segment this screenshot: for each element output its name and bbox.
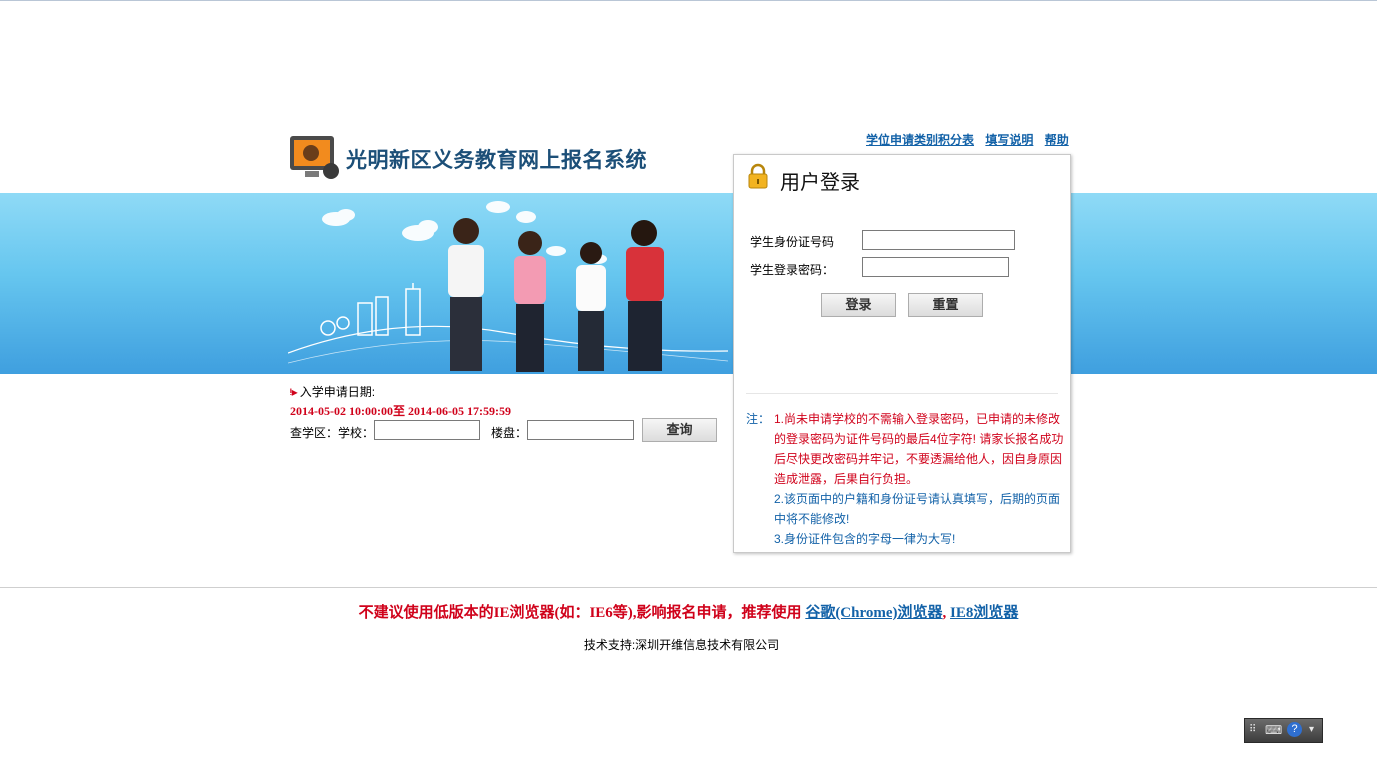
login-divider [746,393,1058,394]
id-number-input[interactable] [862,230,1015,250]
bullet-icon: ᵎ▸ [290,385,298,399]
login-notes: 注： 1.尚未申请学校的不需输入登录密码，已申请的未修改的登录密码为证件号码的最… [746,409,1064,549]
password-input[interactable] [862,257,1009,277]
notes-prefix: 注： [746,412,771,426]
building-input[interactable] [527,420,634,440]
password-label: 学生登录密码： [750,263,835,277]
id-label: 学生身份证号码 [750,235,835,249]
chrome-link[interactable]: 谷歌(Chrome)浏览器 [805,605,942,621]
login-panel: 用户登录 学生身份证号码 学生登录密码： 登录 重置 注： 1.尚未申请学校的不… [733,154,1071,553]
chevron-down-icon[interactable]: ▾ [1309,723,1314,737]
link-points-table[interactable]: 学位申请类别积分表 [866,133,974,147]
footer-divider [0,587,1377,588]
top-border [0,0,1377,1]
banner-illustration [288,201,728,372]
browser-warning: 不建议使用低版本的IE浏览器(如：IE6等),影响报名申请，推荐使用 谷歌(Ch… [0,601,1377,622]
link-separator: , [942,605,947,621]
link-help[interactable]: 帮助 [1045,133,1069,147]
monitor-logo-icon [290,136,339,179]
site-title: 光明新区义务教育网上报名系统 [346,148,647,172]
note-2: 2.该页面中的户籍和身份证号请认真填写，后期的页面中将不能修改! [774,492,1061,526]
keyboard-icon[interactable]: ⌨ [1265,723,1282,737]
login-title: 用户登录 [780,170,860,194]
note-3: 3.身份证件包含的字母一律为大写! [774,532,956,546]
login-button[interactable]: 登录 [821,293,896,317]
help-icon[interactable]: ? [1287,722,1302,737]
top-links: 学位申请类别积分表 填写说明 帮助 [866,131,1077,148]
period-label: 入学申请日期: [299,385,376,399]
search-button[interactable]: 查询 [642,418,717,442]
tech-support: 技术支持:深圳开维信息技术有限公司 [583,638,780,652]
warning-text: 不建议使用低版本的IE浏览器(如：IE6等),影响报名申请，推荐使用 [358,605,802,621]
reset-button[interactable]: 重置 [908,293,983,317]
ime-toolbar[interactable]: ⠿ ⌨ ? ▾ [1244,718,1323,743]
period-label-row: ᵎ▸ 入学申请日期: [290,383,375,400]
period-value: 2014-05-02 10:00:00至 2014-06-05 17:59:59 [290,404,511,418]
ie8-link[interactable]: IE8浏览器 [950,605,1018,621]
note-1: 1.尚未申请学校的不需输入登录密码，已申请的未修改的登录密码为证件号码的最后4位… [774,412,1064,486]
grip-icon[interactable]: ⠿ [1249,723,1256,737]
building-label: 楼盘： [491,426,528,440]
district-school-label: 查学区：学校： [290,426,375,440]
link-instructions[interactable]: 填写说明 [985,133,1033,147]
school-input[interactable] [374,420,480,440]
lock-icon [748,163,768,189]
